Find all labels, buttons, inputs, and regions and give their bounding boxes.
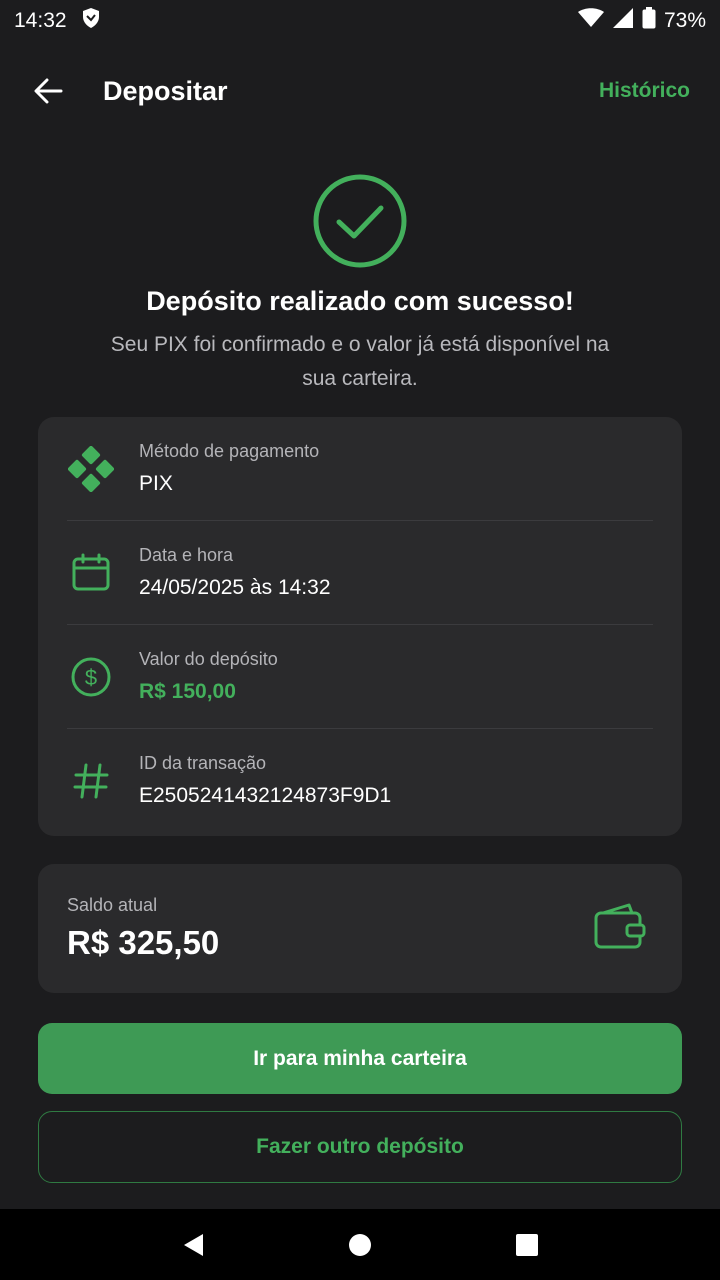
hash-icon: [67, 757, 115, 805]
nav-recents-button[interactable]: [503, 1221, 551, 1269]
nav-home-button[interactable]: [336, 1221, 384, 1269]
status-bar: 14:32 73%: [0, 0, 720, 42]
detail-value: E2505241432124873F9D1: [139, 784, 392, 807]
square-recents-icon: [515, 1233, 538, 1256]
system-nav-bar: [0, 1209, 720, 1280]
success-title: Depósito realizado com sucesso!: [146, 286, 574, 316]
arrow-left-icon: [34, 78, 63, 104]
shield-icon: [81, 7, 101, 35]
detail-value: PIX: [139, 472, 173, 495]
dollar-circle-icon: $: [67, 653, 115, 701]
wifi-icon: [577, 8, 604, 34]
balance-label: Saldo atual: [67, 895, 158, 915]
check-circle-icon: [312, 173, 408, 269]
detail-row-payment-method: Método de pagamento PIX: [67, 417, 653, 521]
calendar-icon: [67, 549, 115, 597]
triangle-back-icon: [184, 1233, 204, 1256]
signal-icon: [612, 7, 634, 35]
detail-row-transaction-id: ID da transação E2505241432124873F9D1: [67, 729, 653, 832]
go-to-wallet-button[interactable]: Ir para minha carteira: [38, 1023, 682, 1094]
pix-icon: [67, 445, 115, 493]
detail-label: ID da transação: [139, 753, 267, 773]
page-title: Depositar: [103, 75, 228, 106]
circle-home-icon: [348, 1233, 371, 1256]
status-time: 14:32: [14, 9, 67, 32]
battery-percent: 73%: [663, 9, 706, 32]
success-subtitle: Seu PIX foi confirmado e o valor já está…: [110, 333, 610, 390]
detail-label: Valor do depósito: [139, 649, 278, 669]
transaction-details-card: Método de pagamento PIX Data e hora 24/0…: [38, 417, 682, 836]
detail-value: 24/05/2025 às 14:32: [139, 576, 331, 599]
app-bar: Depositar Histórico: [0, 52, 720, 130]
detail-label: Método de pagamento: [139, 441, 320, 461]
history-link[interactable]: Histórico: [599, 79, 690, 103]
detail-label: Data e hora: [139, 545, 234, 565]
new-deposit-button[interactable]: Fazer outro depósito: [38, 1111, 682, 1183]
detail-row-deposit-amount: $ Valor do depósito R$ 150,00: [67, 625, 653, 729]
detail-value: R$ 150,00: [139, 680, 236, 703]
nav-back-button[interactable]: [169, 1221, 217, 1269]
back-button[interactable]: [30, 73, 66, 109]
svg-text:$: $: [85, 665, 97, 690]
wallet-icon: [593, 901, 647, 956]
battery-icon: [642, 7, 656, 35]
balance-card: Saldo atual R$ 325,50: [38, 864, 682, 993]
balance-value: R$ 325,50: [67, 924, 220, 961]
detail-row-date-time: Data e hora 24/05/2025 às 14:32: [67, 521, 653, 625]
